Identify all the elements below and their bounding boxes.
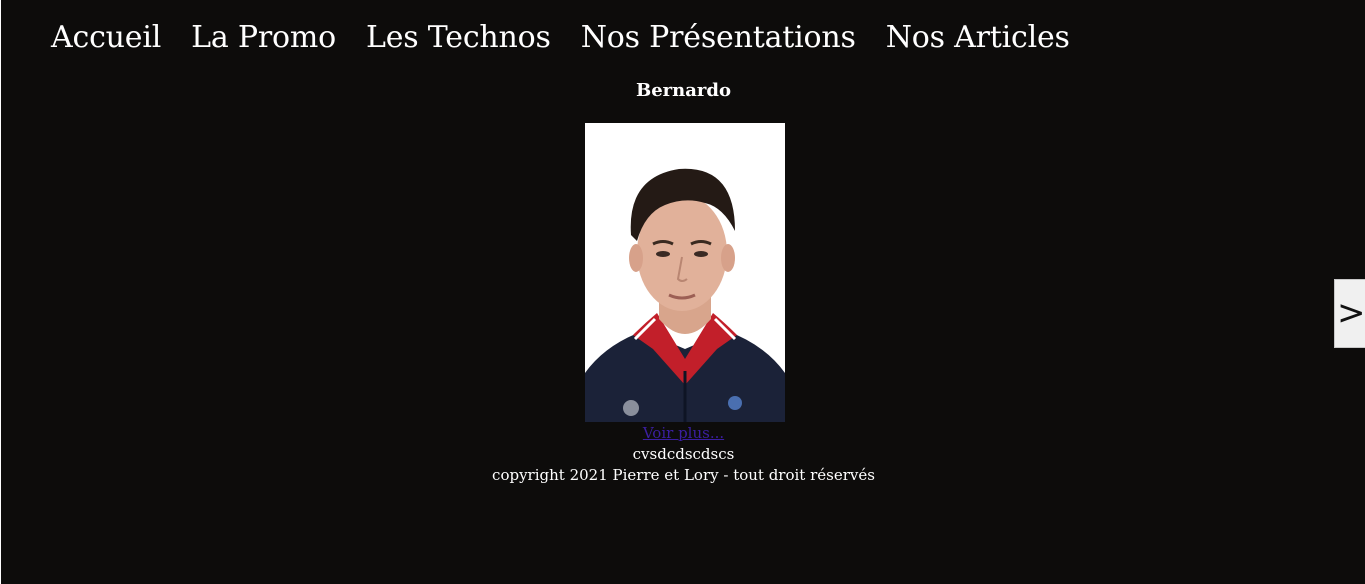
profile-photo: [585, 123, 785, 422]
copyright-text: copyright 2021 Pierre et Lory - tout dro…: [492, 466, 875, 484]
more-link-row: Voir plus...: [1, 423, 1365, 443]
profile-description: cvsdcdscdscs: [632, 445, 735, 463]
main-nav: Accueil La Promo Les Technos Nos Présent…: [51, 18, 1100, 58]
nav-item-nos-articles[interactable]: Nos Articles: [886, 18, 1070, 58]
portrait-image: [585, 123, 785, 422]
carousel-next-button[interactable]: >: [1334, 279, 1365, 348]
nav-item-les-technos[interactable]: Les Technos: [366, 18, 551, 58]
see-more-link[interactable]: Voir plus...: [643, 424, 724, 442]
nav-item-nos-presentations[interactable]: Nos Présentations: [581, 18, 856, 58]
nav-item-accueil[interactable]: Accueil: [51, 18, 161, 58]
profile-name: Bernardo: [636, 80, 731, 101]
nav-item-la-promo[interactable]: La Promo: [191, 18, 336, 58]
